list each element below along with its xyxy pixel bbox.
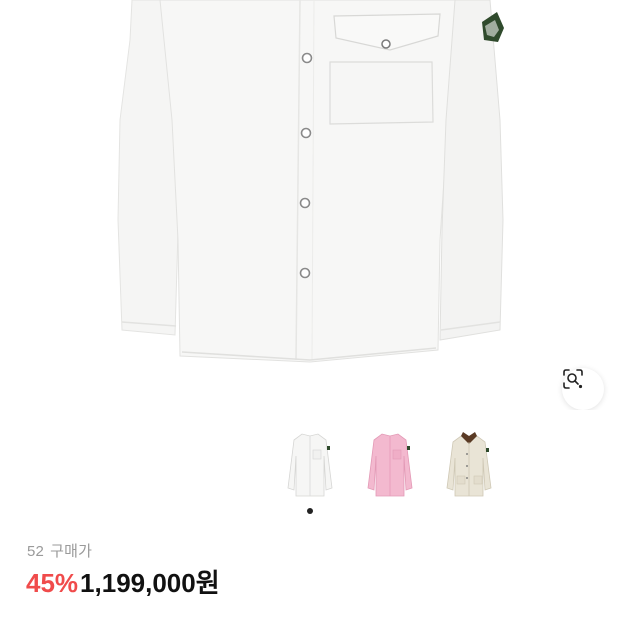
visual-search-icon — [563, 369, 583, 389]
size-label: 52 — [27, 543, 45, 560]
color-variant-thumbnails — [0, 428, 620, 508]
pink-shirt-jacket-thumbnail — [367, 433, 413, 497]
visual-search-button[interactable] — [562, 368, 604, 410]
purchase-meta: 52 구매가 — [27, 540, 92, 561]
white-shirt-jacket-thumbnail — [287, 433, 333, 497]
thumbnail-pink-shirt-jacket[interactable] — [362, 428, 418, 504]
white-shirt-jacket-image — [117, 0, 504, 363]
price-row: 45%1,199,000원 — [26, 566, 220, 600]
product-main-image[interactable] — [0, 0, 620, 410]
purchase-price-label: 구매가 — [50, 543, 93, 560]
thumbnail-white-shirt-jacket[interactable] — [282, 428, 338, 504]
discount-rate: 45% — [26, 568, 79, 598]
beige-jacket-thumbnail — [446, 432, 492, 497]
thumbnail-beige-jacket[interactable] — [441, 428, 497, 504]
price-value: 1,199,000원 — [80, 568, 220, 598]
carousel-indicator-dot — [307, 508, 313, 514]
